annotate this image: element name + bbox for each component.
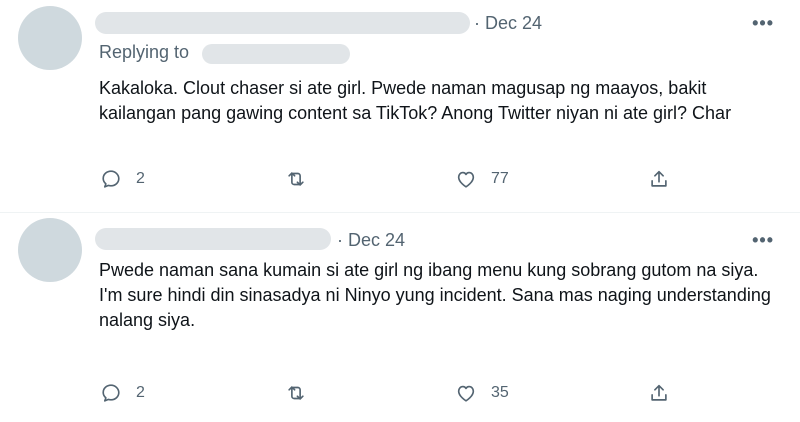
share-icon [651, 384, 667, 401]
reply-icon [102, 170, 120, 188]
tweet-text: Pwede naman sana kumain si ate girl ng i… [99, 258, 779, 333]
retweet-icon [288, 386, 304, 400]
tweet-date[interactable]: · Dec 24 [337, 230, 405, 251]
heart-icon [457, 385, 475, 402]
more-icon[interactable]: ••• [752, 230, 774, 251]
retweet-icon [288, 172, 304, 186]
like-button[interactable]: 77 [455, 168, 509, 190]
like-count: 35 [491, 384, 509, 401]
share-button[interactable] [648, 168, 670, 190]
tweet[interactable]: · Dec 24 ••• Replying to Kakaloka. Clout… [0, 0, 800, 212]
reply-count: 2 [136, 170, 145, 187]
tweet-text-line: Pwede naman sana kumain si ate girl ng i… [99, 260, 759, 280]
avatar[interactable] [18, 218, 82, 282]
heart-icon [457, 171, 475, 188]
replying-to-label: Replying to [99, 42, 190, 62]
tweet-actions: 2 77 [0, 168, 800, 194]
share-icon [651, 170, 667, 187]
tweet-text-line: I'm sure hindi din sinasadya ni Ninyo yu… [99, 285, 771, 330]
like-button[interactable]: 35 [455, 382, 509, 404]
more-icon[interactable]: ••• [752, 13, 774, 34]
reply-count: 2 [136, 384, 145, 401]
share-button[interactable] [648, 382, 670, 404]
redacted-username [95, 228, 331, 250]
redacted-reply-handle [202, 44, 350, 64]
tweet[interactable]: · Dec 24 ••• Pwede naman sana kumain si … [0, 212, 800, 422]
reply-button[interactable]: 2 [100, 168, 145, 190]
avatar[interactable] [18, 6, 82, 70]
like-count: 77 [491, 170, 509, 187]
retweet-button[interactable] [285, 168, 307, 190]
reply-button[interactable]: 2 [100, 382, 145, 404]
tweet-date[interactable]: · Dec 24 [474, 13, 542, 34]
tweet-actions: 2 35 [0, 382, 800, 408]
tweet-text: Kakaloka. Clout chaser si ate girl. Pwed… [99, 76, 779, 126]
redacted-username [95, 12, 470, 34]
tweet-text-line: Kakaloka. Clout chaser si ate girl. Pwed… [99, 78, 732, 123]
retweet-button[interactable] [285, 382, 307, 404]
reply-icon [102, 384, 120, 402]
